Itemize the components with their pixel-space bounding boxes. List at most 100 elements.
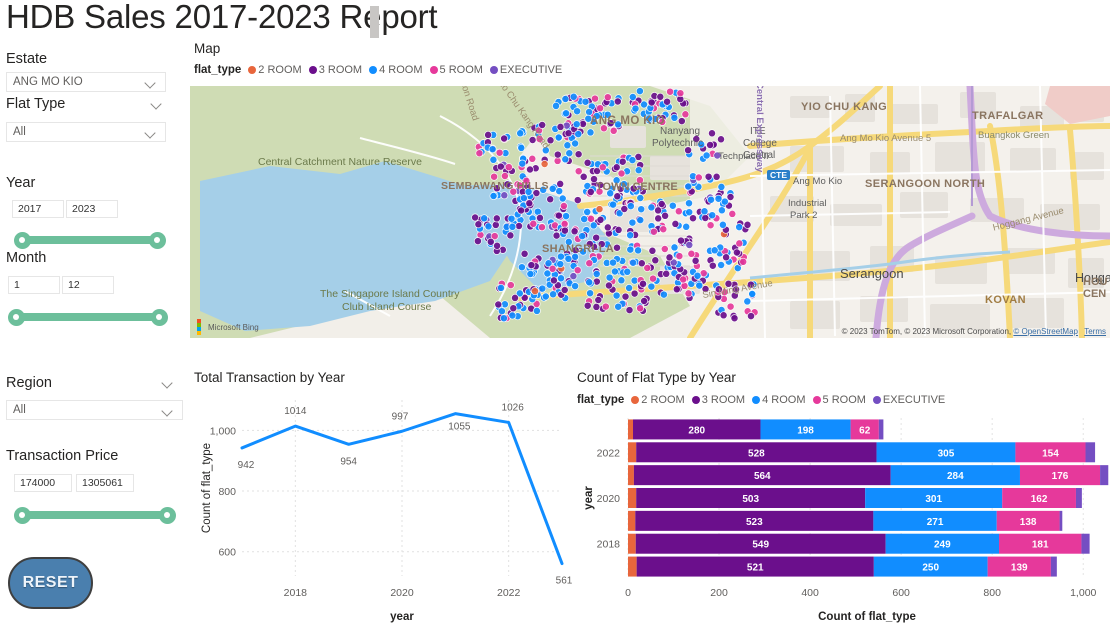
price-slider-handle-max[interactable]	[159, 507, 176, 524]
region-collapse-chevron-icon[interactable]	[163, 379, 174, 386]
year-slider-handle-max[interactable]	[149, 232, 166, 249]
price-slider-handle-min[interactable]	[14, 507, 31, 524]
map-legend-label: 3 ROOM	[318, 64, 363, 76]
bar-legend-item[interactable]: 3 ROOM	[691, 394, 745, 406]
map-label: Nanyang	[660, 126, 701, 137]
line-chart-title: Total Transaction by Year	[194, 370, 345, 385]
bar-data-label: 523	[746, 517, 763, 528]
bar-segment[interactable]	[1100, 465, 1109, 486]
bar-x-tick: 400	[801, 587, 819, 599]
map-legend-item[interactable]: EXECUTIVE	[489, 64, 563, 76]
bar-segment[interactable]	[628, 465, 634, 486]
bar-segment[interactable]	[628, 533, 636, 554]
month-slider-track[interactable]	[17, 313, 159, 321]
bar-segment[interactable]	[628, 419, 634, 440]
legend-dot-icon	[489, 66, 498, 74]
map-legend-item[interactable]: 2 ROOM	[248, 64, 302, 76]
year-max-value: 2023	[72, 203, 96, 215]
year-range-slider[interactable]	[14, 230, 166, 250]
bar-segment[interactable]	[1050, 556, 1057, 577]
bar-segment[interactable]	[628, 556, 637, 577]
price-min-input[interactable]: 174000	[14, 474, 72, 492]
month-max-input[interactable]: 12	[62, 276, 114, 294]
bar-data-label: 528	[748, 448, 765, 459]
year-slider-handle-min[interactable]	[14, 232, 31, 249]
map-label: SHANGRI-LA	[542, 243, 615, 255]
year-max-input[interactable]: 2023	[66, 200, 118, 218]
flat-type-dropdown[interactable]: All	[6, 122, 166, 142]
price-max-input[interactable]: 1305061	[76, 474, 134, 492]
price-slider-track[interactable]	[23, 511, 167, 519]
flat-type-label: Flat Type	[6, 96, 66, 112]
bar-segment[interactable]	[1085, 442, 1096, 463]
month-range-slider[interactable]	[8, 307, 168, 327]
terms-link[interactable]: Terms	[1084, 327, 1106, 336]
map-label: Ang Mo Kio	[793, 176, 843, 187]
price-range-slider[interactable]	[14, 505, 176, 525]
line-x-tick: 2022	[497, 587, 521, 599]
map-attribution: © 2023 TomTom, © 2023 Microsoft Corporat…	[842, 327, 1106, 336]
year-slider-track[interactable]	[23, 236, 157, 244]
map-label: The Singapore Island Country	[320, 288, 460, 300]
month-min-value: 1	[14, 279, 20, 291]
line-chart-graphic[interactable]: 600 800 1,000 2018 2020 2022 942 1014 954 997 10…	[190, 388, 572, 627]
year-min-value: 2017	[18, 203, 42, 215]
month-slider-handle-min[interactable]	[8, 309, 25, 326]
month-max-value: 12	[68, 279, 80, 291]
year-label: Year	[6, 175, 36, 191]
bar-x-tick: 0	[625, 587, 631, 599]
bar-legend-item[interactable]: 2 ROOM	[631, 394, 685, 406]
bar-y-axis-title: year	[583, 486, 595, 510]
map-label: Central Catchment Nature Reserve	[258, 156, 422, 168]
bar-segment[interactable]	[628, 510, 636, 531]
map-label: SEMBAWANG HILLS	[441, 180, 549, 192]
reset-button[interactable]: RESET	[8, 557, 93, 609]
map-legend-label: EXECUTIVE	[499, 64, 563, 76]
map-legend-item[interactable]: 4 ROOM	[369, 64, 423, 76]
legend-dot-icon	[872, 396, 881, 404]
chevron-down-icon	[163, 407, 174, 414]
bar-segment[interactable]	[1075, 488, 1082, 508]
bar-y-tick: 2018	[597, 539, 621, 551]
bar-legend-item[interactable]: EXECUTIVE	[872, 394, 945, 406]
region-value: All	[13, 404, 26, 416]
bar-data-label: 284	[947, 471, 964, 482]
map-legend-item[interactable]: 5 ROOM	[429, 64, 483, 76]
bar-segment[interactable]	[628, 442, 637, 463]
region-dropdown[interactable]: All	[6, 400, 183, 420]
bar-legend-item[interactable]: 5 ROOM	[812, 394, 866, 406]
map-label: Buangkok Green	[978, 130, 1050, 141]
bar-x-tick: 600	[892, 587, 910, 599]
line-y-tick: 1,000	[210, 425, 236, 437]
estate-dropdown[interactable]: ANG MO KIO	[6, 72, 166, 92]
bar-segment[interactable]	[1081, 533, 1090, 554]
map-legend-item[interactable]: 3 ROOM	[308, 64, 363, 76]
flat-type-value: All	[13, 126, 26, 138]
month-min-input[interactable]: 1	[8, 276, 60, 294]
bar-segment[interactable]	[878, 419, 884, 440]
bar-data-label: 271	[927, 517, 944, 528]
bar-legend-title: flat_type	[577, 394, 625, 406]
bar-chart-graphic[interactable]: 280 198 62 528 305 154 564 284 176 503 301 162 523 27…	[572, 410, 1120, 627]
flat-type-collapse-chevron-icon[interactable]	[152, 100, 163, 107]
bar-segment[interactable]	[1059, 510, 1063, 531]
month-slider-handle-max[interactable]	[151, 309, 168, 326]
map-label: Polytechnic	[652, 138, 704, 149]
legend-dot-icon	[752, 396, 761, 404]
bar-segment[interactable]	[628, 488, 637, 508]
bar-chart-title: Count of Flat Type by Year	[577, 370, 736, 385]
map-label: KOVAN	[985, 294, 1026, 306]
bar-data-label: 521	[747, 563, 764, 574]
line-y-tick: 600	[218, 547, 236, 559]
bar-data-label: 301	[925, 494, 942, 505]
map-label: Park 2	[790, 210, 818, 221]
year-min-input[interactable]: 2017	[12, 200, 64, 218]
bar-legend-label: 2 ROOM	[641, 394, 685, 406]
bar-data-label: 250	[922, 563, 939, 574]
title-bar: HDB Sales 2017-2023 Report	[0, 0, 1120, 42]
bar-data-label: 249	[934, 540, 951, 551]
map-canvas[interactable]: Central Catchment Nature Reserve SEMBAWA…	[190, 86, 1110, 338]
bar-legend-item[interactable]: 4 ROOM	[752, 394, 806, 406]
map-legend-label: 2 ROOM	[258, 64, 302, 76]
openstreetmap-link[interactable]: © OpenStreetMap	[1013, 327, 1078, 336]
